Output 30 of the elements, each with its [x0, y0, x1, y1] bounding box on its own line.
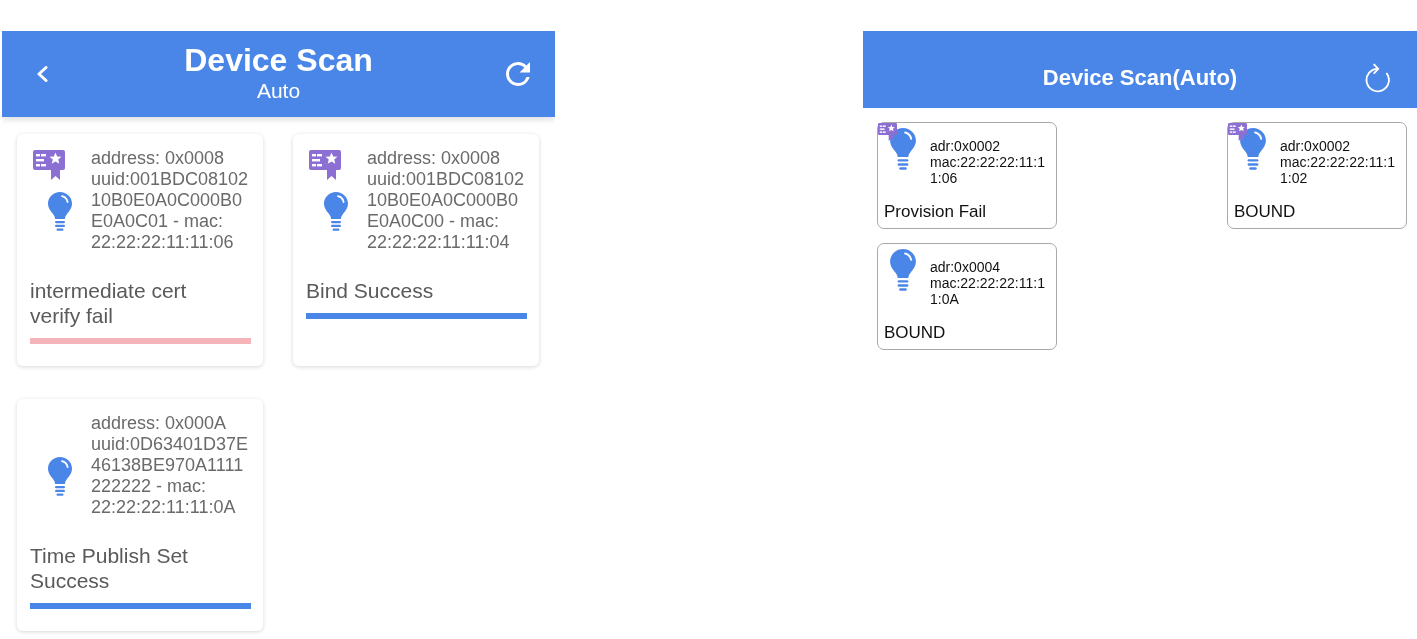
light-bulb-icon [890, 248, 916, 292]
device-card[interactable]: address: 0x000A uuid:0D63401D37E 46138BE970A1111 222222 - mac: 22:22:22:11:11:0A Time Publish Set Success [17, 399, 263, 631]
refresh-icon [506, 62, 530, 86]
device-status: Provision Fail [884, 202, 988, 222]
device-info: address: 0x000A uuid:0D63401D37E 46138BE970A1111 222222 - mac: 22:22:22:11:11:0A [91, 413, 249, 518]
screen-subtitle: Auto [256, 79, 301, 103]
device-card[interactable]: address: 0x0008 uuid:001BDC08102 10B0E0A0C000B0 E0A0C01 - mac: 22:22:22:11:11:06 intermediate cert verify fail [17, 134, 263, 366]
device-info: address: 0x0008 uuid:001BDC08102 10B0E0A0C000B0 E0A0C01 - mac: 22:22:22:11:11:06 [91, 148, 249, 253]
screen-title: Device Scan(Auto) [1041, 64, 1239, 92]
device-card[interactable]: adr:0x0002 mac:22:22:22:11:1 1:06 Provision Fail [877, 122, 1057, 229]
device-info: address: 0x0008 uuid:001BDC08102 10B0E0A0C000B0 E0A0C00 - mac: 22:22:22:11:11:04 [367, 148, 525, 253]
light-bulb-icon [324, 192, 348, 232]
device-status: BOUND [1234, 202, 1297, 222]
back-icon [36, 66, 48, 82]
refresh-icon [1365, 63, 1391, 93]
device-info: adr:0x0002 mac:22:22:22:11:1 1:06 [930, 137, 1045, 186]
device-status: BOUND [884, 323, 947, 343]
light-bulb-icon [48, 192, 72, 232]
device-card[interactable]: adr:0x0002 mac:22:22:22:11:1 1:02 BOUND [1227, 122, 1407, 229]
light-bulb-icon [890, 127, 916, 171]
light-bulb-icon [1240, 127, 1266, 171]
device-info: adr:0x0002 mac:22:22:22:11:1 1:02 [1280, 137, 1395, 186]
light-bulb-icon [48, 457, 72, 497]
device-info: adr:0x0004 mac:22:22:22:11:1 1:0A [930, 258, 1045, 307]
screen-title: Device Scan [184, 41, 373, 79]
device-status: Bind Success [306, 278, 435, 303]
device-card[interactable]: address: 0x0008 uuid:001BDC08102 10B0E0A0C000B0 E0A0C00 - mac: 22:22:22:11:11:04 Bind Success [293, 134, 539, 366]
device-status: Time Publish Set Success [30, 543, 189, 593]
device-status: intermediate cert verify fail [30, 278, 188, 328]
device-card[interactable]: adr:0x0004 mac:22:22:22:11:1 1:0A BOUND [877, 243, 1057, 350]
